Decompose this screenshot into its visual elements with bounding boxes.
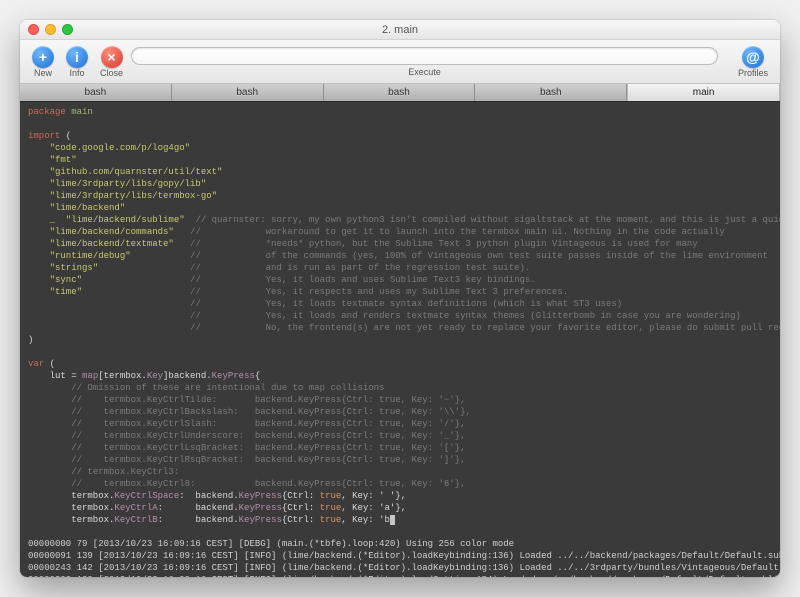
- at-icon: @: [742, 46, 764, 68]
- info-icon: i: [66, 46, 88, 68]
- toolbar: + New i Info × Close Execute @ Profiles: [20, 40, 780, 84]
- log-line: 00000091 139 [2013/10/23 16:09:16 CEST] …: [28, 551, 780, 561]
- right-tools: @ Profiles: [734, 46, 772, 78]
- execute-input[interactable]: [131, 47, 718, 65]
- app-window: 2. main + New i Info × Close Execute @ P…: [20, 20, 780, 577]
- close-label: Close: [100, 68, 123, 78]
- profiles-button[interactable]: @ Profiles: [734, 46, 772, 78]
- info-label: Info: [69, 68, 84, 78]
- tab-bash-1[interactable]: bash: [172, 84, 324, 101]
- x-icon: ×: [101, 46, 123, 68]
- new-button[interactable]: + New: [28, 46, 58, 78]
- editor-pane[interactable]: package main import ( "code.google.com/p…: [20, 102, 780, 577]
- tab-main-4[interactable]: main: [627, 84, 780, 101]
- tab-bash-0[interactable]: bash: [20, 84, 172, 101]
- new-label: New: [34, 68, 52, 78]
- info-button[interactable]: i Info: [62, 46, 92, 78]
- log-line: 00000243 142 [2013/10/23 16:09:16 CEST] …: [28, 563, 780, 573]
- traffic-lights: [28, 24, 73, 35]
- log-line: 00000000 79 [2013/10/23 16:09:16 CEST] […: [28, 539, 514, 549]
- text-cursor: [390, 515, 395, 525]
- execute-area: Execute: [131, 47, 718, 77]
- titlebar: 2. main: [20, 20, 780, 40]
- execute-label: Execute: [408, 67, 441, 77]
- tab-bar: bashbashbashbashmain: [20, 84, 780, 102]
- window-title: 2. main: [20, 24, 780, 36]
- tab-bash-2[interactable]: bash: [324, 84, 476, 101]
- minimize-window-button[interactable]: [45, 24, 56, 35]
- close-window-button[interactable]: [28, 24, 39, 35]
- plus-icon: +: [32, 46, 54, 68]
- tab-bash-3[interactable]: bash: [475, 84, 627, 101]
- profiles-label: Profiles: [738, 68, 768, 78]
- close-button[interactable]: × Close: [96, 46, 127, 78]
- zoom-window-button[interactable]: [62, 24, 73, 35]
